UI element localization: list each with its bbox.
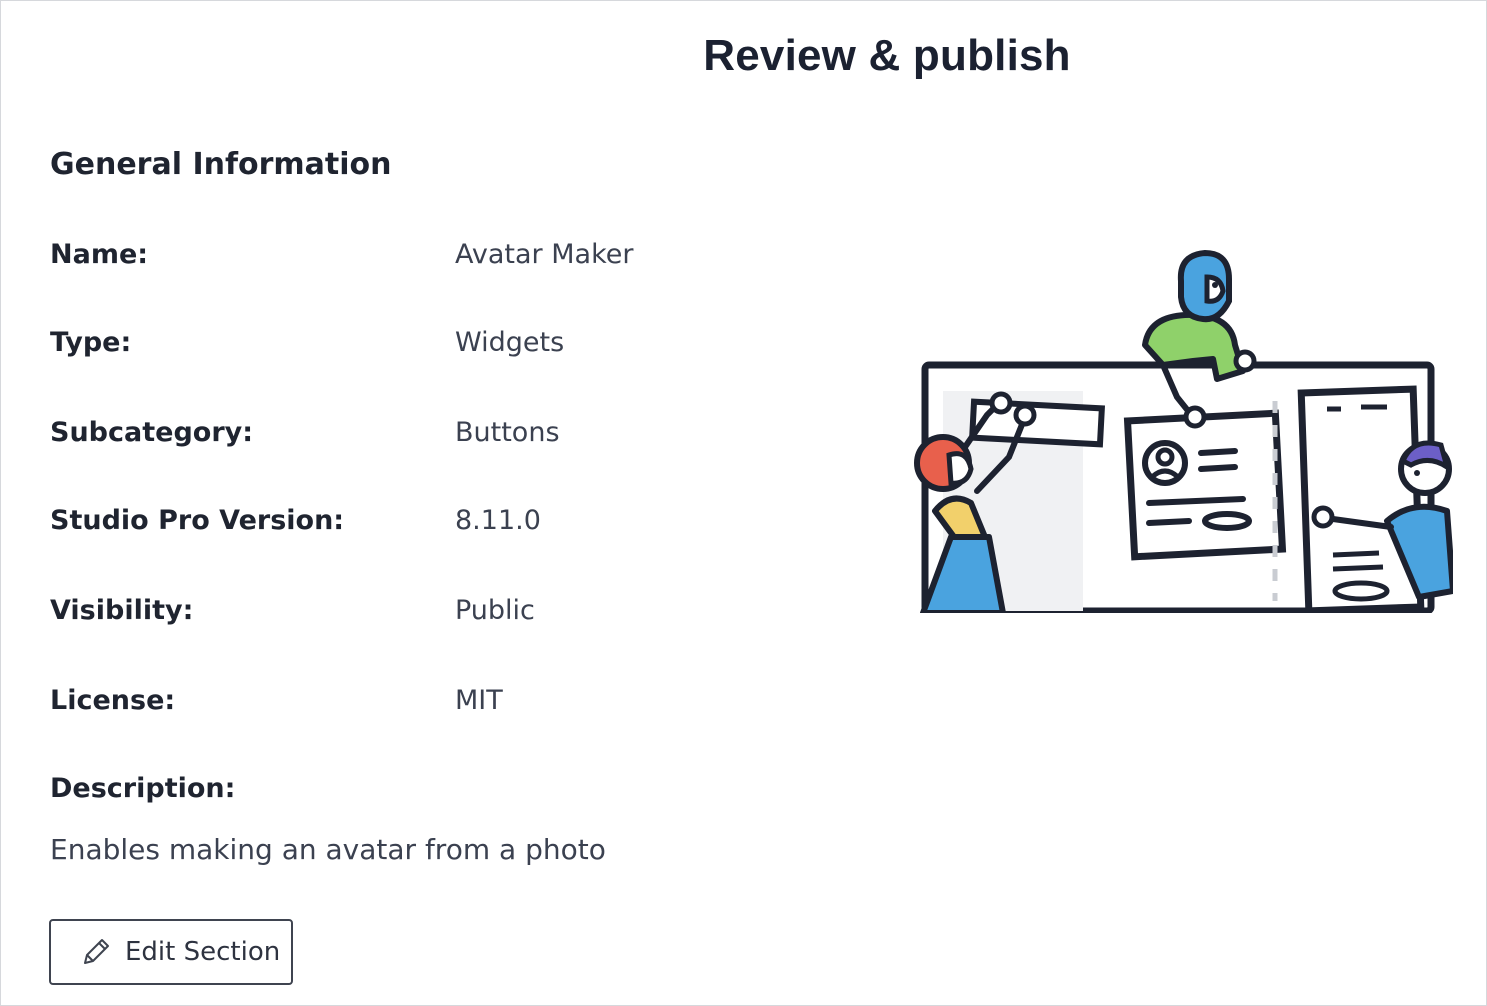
field-value-description: Enables making an avatar from a photo: [50, 833, 606, 866]
field-row-license: License: MIT: [50, 685, 830, 725]
page-title: Review & publish: [703, 31, 1071, 80]
section-title-general-information: General Information: [50, 147, 392, 182]
field-value-license: MIT: [455, 685, 503, 716]
field-label-name: Name:: [50, 239, 149, 270]
field-label-description: Description:: [50, 773, 236, 804]
field-row-studio-pro-version: Studio Pro Version: 8.11.0: [50, 505, 830, 545]
field-value-type: Widgets: [455, 327, 565, 358]
field-label-subcategory: Subcategory:: [50, 417, 254, 448]
team-collaboration-illustration: [913, 241, 1456, 616]
pencil-icon: [79, 935, 113, 969]
field-label-visibility: Visibility:: [50, 595, 194, 626]
field-label-type: Type:: [50, 327, 132, 358]
review-publish-panel: Review & publish General Information Nam…: [0, 0, 1487, 1006]
field-value-name: Avatar Maker: [455, 239, 634, 270]
field-row-visibility: Visibility: Public: [50, 595, 830, 635]
edit-section-label: Edit Section: [125, 937, 281, 967]
edit-section-button[interactable]: Edit Section: [49, 919, 293, 985]
field-label-studio-pro-version: Studio Pro Version:: [50, 505, 345, 536]
field-value-subcategory: Buttons: [455, 417, 560, 448]
field-row-subcategory: Subcategory: Buttons: [50, 417, 830, 457]
field-row-type: Type: Widgets: [50, 327, 830, 367]
field-value-studio-pro-version: 8.11.0: [455, 505, 541, 536]
field-value-visibility: Public: [455, 595, 535, 626]
field-row-name: Name: Avatar Maker: [50, 239, 830, 279]
field-label-license: License:: [50, 685, 176, 716]
